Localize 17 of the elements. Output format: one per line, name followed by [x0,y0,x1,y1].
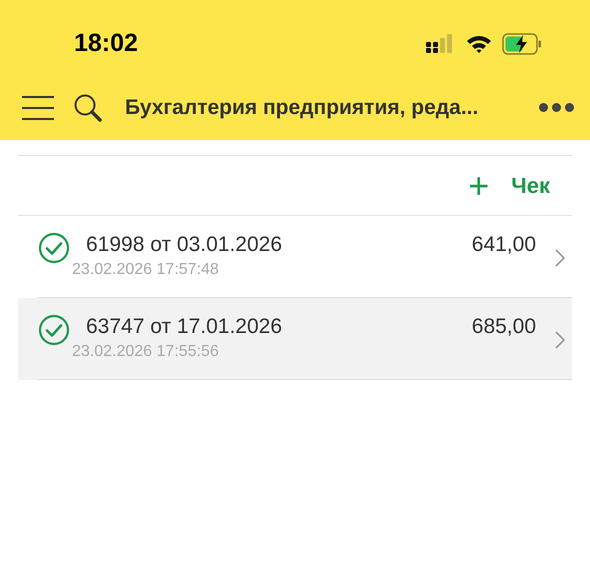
document-row[interactable]: 63747 от 17.01.2026 23.02.2026 17:55:56 685,00 [18,298,572,380]
battery-charging-icon [502,32,542,54]
status-time: 18:02 [74,28,138,59]
chevron-right-icon [554,248,566,268]
document-amount: 641,00 [472,232,536,258]
document-timestamp: 23.02.2026 17:55:56 [72,342,220,362]
add-check-button[interactable]: + Чек [468,168,550,204]
search-icon[interactable] [73,92,103,122]
app-title: Бухгалтерия предприятия, реда... [125,94,478,121]
document-title: 63747 от 17.01.2026 [86,314,282,340]
menu-button[interactable] [22,96,54,120]
more-button[interactable] [539,103,574,112]
chevron-right-icon [554,330,566,350]
document-timestamp: 23.02.2026 17:57:48 [72,260,220,280]
document-amount: 685,00 [472,314,536,340]
document-title: 61998 от 03.01.2026 [86,232,282,258]
wifi-icon [466,34,492,54]
